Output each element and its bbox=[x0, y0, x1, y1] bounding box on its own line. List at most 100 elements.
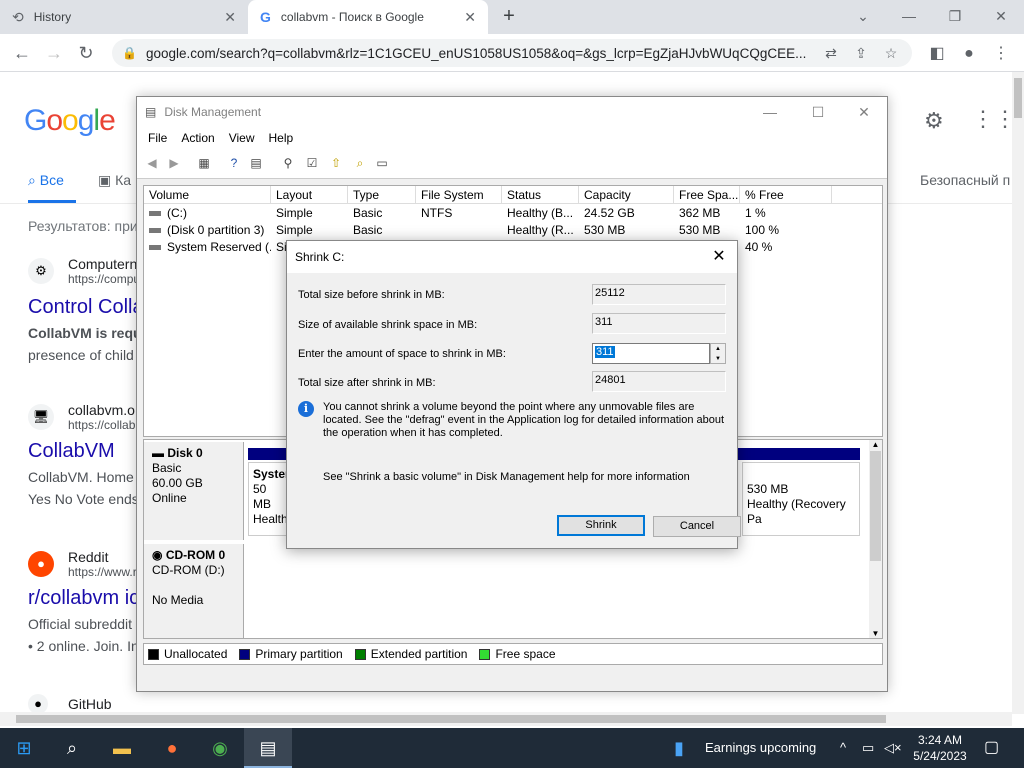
translate-icon[interactable]: ⇄ bbox=[820, 45, 842, 62]
tab-history[interactable]: ⟲ History ✕ bbox=[0, 0, 248, 34]
search-icon[interactable]: ⌕ bbox=[351, 154, 369, 172]
toolbar: ◀ ▶ ▦ ? ▤ ⚲ ☑ ⇧ ⌕ ▭ bbox=[137, 149, 887, 179]
type-cell: Basic bbox=[353, 223, 383, 237]
spin-up-icon[interactable]: ▲ bbox=[711, 344, 725, 354]
new-tab-button[interactable]: + bbox=[497, 5, 521, 29]
reload-icon[interactable]: ↻ bbox=[74, 41, 98, 65]
dialog-title[interactable]: Shrink C: bbox=[287, 241, 737, 273]
chrome-icon[interactable]: ◉ bbox=[196, 728, 244, 768]
shrink-amount-spinner[interactable]: ▲ ▼ bbox=[710, 343, 726, 364]
cdrom0-label[interactable]: ◉ CD-ROM 0 CD-ROM (D:) No Media bbox=[144, 544, 244, 638]
back-icon[interactable]: ◀ bbox=[143, 154, 161, 172]
menu-file[interactable]: File bbox=[141, 131, 174, 145]
column-status[interactable]: Status bbox=[502, 186, 579, 204]
volume-muted-icon[interactable]: ◁× bbox=[884, 728, 902, 768]
free-cell: 362 MB bbox=[679, 206, 721, 220]
stocks-icon[interactable]: ▮ bbox=[674, 728, 684, 768]
clock-date: 5/24/2023 bbox=[913, 749, 967, 763]
column-percent-free[interactable]: % Free bbox=[740, 186, 832, 204]
help-icon[interactable]: ? bbox=[225, 154, 243, 172]
tab-images[interactable]: ▣ Ка bbox=[98, 172, 131, 189]
network-icon[interactable]: ▭ bbox=[862, 728, 874, 768]
shrink-button[interactable]: Shrink bbox=[557, 515, 645, 536]
forward-icon[interactable]: → bbox=[42, 41, 66, 65]
close-icon[interactable]: ✕ bbox=[464, 9, 476, 26]
history-icon: ⟲ bbox=[12, 8, 24, 25]
partition-system-reserved[interactable]: Syster 50 MB Health bbox=[248, 462, 288, 536]
firefox-icon[interactable]: ● bbox=[148, 728, 196, 768]
minimize-icon[interactable]: — bbox=[886, 2, 932, 30]
graph-scrollbar[interactable]: ▲ ▼ bbox=[869, 440, 882, 638]
type-cell: Basic bbox=[353, 206, 383, 220]
search-result[interactable]: ● Reddit https://www.r r/collabvm ic Off… bbox=[28, 549, 139, 654]
disk0-label[interactable]: ▬ Disk 0 Basic 60.00 GB Online bbox=[144, 442, 244, 540]
check-icon[interactable]: ☑ bbox=[303, 154, 321, 172]
share-icon[interactable]: ⇪ bbox=[850, 45, 872, 62]
page-horizontal-scrollbar[interactable] bbox=[0, 712, 1012, 726]
table-row[interactable]: (C:) Simple Basic NTFS Healthy (B... 24.… bbox=[144, 205, 882, 222]
up-folder-icon[interactable]: ⇧ bbox=[327, 154, 345, 172]
apps-grid-icon[interactable]: ⋮⋮ bbox=[972, 106, 1016, 132]
maximize-icon[interactable]: ☐ bbox=[795, 97, 841, 127]
close-window-icon[interactable]: ✕ bbox=[978, 2, 1024, 30]
table-row[interactable]: (Disk 0 partition 3) Simple Basic Health… bbox=[144, 222, 882, 239]
tab-search-icon[interactable]: ⌄ bbox=[840, 2, 886, 30]
close-icon[interactable]: ✕ bbox=[701, 241, 737, 273]
address-bar[interactable]: 🔒 google.com/search?q=collabvm&rlz=1C1GC… bbox=[112, 39, 912, 67]
column-file-system[interactable]: File System bbox=[416, 186, 502, 204]
profile-icon[interactable]: ● bbox=[958, 43, 980, 65]
start-windows-icon[interactable]: ⊞ bbox=[0, 728, 48, 768]
volume-cell: (C:) bbox=[144, 205, 271, 222]
spin-down-icon[interactable]: ▼ bbox=[711, 354, 725, 364]
close-icon[interactable]: ✕ bbox=[841, 97, 887, 127]
menu-view[interactable]: View bbox=[222, 131, 262, 145]
news-notification[interactable]: Earnings upcoming bbox=[705, 728, 816, 768]
side-panel-icon[interactable]: ◧ bbox=[926, 43, 948, 65]
available-space-field: 311 bbox=[592, 313, 726, 334]
tab-google-search[interactable]: G collabvm - Поиск в Google ✕ bbox=[248, 0, 488, 34]
result-title[interactable]: CollabVM bbox=[28, 440, 139, 463]
result-title[interactable]: r/collabvm ic bbox=[28, 587, 139, 610]
lock-icon[interactable]: 🔒 bbox=[122, 46, 137, 60]
search-result[interactable]: 🖥 collabvm.o https://collab CollabVM Col… bbox=[28, 402, 139, 507]
bookmark-star-icon[interactable]: ☆ bbox=[880, 45, 902, 62]
github-icon: ● bbox=[28, 694, 48, 714]
search-result[interactable]: ⚙ Computern https://compu Control Colla … bbox=[28, 256, 144, 363]
disk-management-taskbar-icon[interactable]: ▤ bbox=[244, 728, 292, 768]
forward-icon[interactable]: ▶ bbox=[165, 154, 183, 172]
column-free-space[interactable]: Free Spa... bbox=[674, 186, 740, 204]
menu-icon[interactable]: ⋮ bbox=[990, 43, 1012, 65]
close-icon[interactable]: ✕ bbox=[224, 9, 236, 26]
cancel-button[interactable]: Cancel bbox=[653, 516, 741, 537]
safe-search-link[interactable]: Безопасный п bbox=[920, 172, 1010, 188]
restore-icon[interactable]: ❐ bbox=[932, 2, 978, 30]
menu-help[interactable]: Help bbox=[262, 131, 301, 145]
system-clock[interactable]: 3:24 AM 5/24/2023 bbox=[900, 732, 980, 764]
column-capacity[interactable]: Capacity bbox=[579, 186, 674, 204]
list-icon[interactable]: ▭ bbox=[373, 154, 391, 172]
google-logo[interactable]: Google bbox=[24, 104, 116, 138]
notifications-icon[interactable]: ▢ bbox=[984, 728, 999, 768]
back-icon[interactable]: ← bbox=[10, 41, 34, 65]
menu-action[interactable]: Action bbox=[174, 131, 221, 145]
file-explorer-icon[interactable]: ▬ bbox=[98, 728, 146, 768]
column-type[interactable]: Type bbox=[348, 186, 416, 204]
column-layout[interactable]: Layout bbox=[271, 186, 348, 204]
page-vertical-scrollbar[interactable] bbox=[1012, 72, 1024, 714]
search-icon[interactable]: ⌕ bbox=[48, 728, 96, 768]
view-icon[interactable]: ▤ bbox=[247, 154, 265, 172]
partition-recovery[interactable]: 530 MB Healthy (Recovery Pa bbox=[742, 462, 860, 536]
properties-icon[interactable]: ▦ bbox=[195, 154, 213, 172]
column-volume[interactable]: Volume bbox=[144, 186, 271, 204]
tab-all[interactable]: ⌕ Все bbox=[28, 172, 64, 189]
legend-item: Free space bbox=[479, 647, 556, 661]
tray-chevron-icon[interactable]: ^ bbox=[840, 728, 846, 768]
search-result[interactable]: ● GitHub bbox=[28, 694, 112, 714]
layout-cell: Simple bbox=[276, 206, 313, 220]
settings-gear-icon[interactable]: ⚙ bbox=[924, 108, 944, 134]
result-title[interactable]: Control Colla bbox=[28, 296, 144, 319]
connect-icon[interactable]: ⚲ bbox=[279, 154, 297, 172]
shrink-amount-input[interactable]: 311 bbox=[592, 343, 710, 364]
minimize-icon[interactable]: — bbox=[747, 97, 793, 127]
tab-title: History bbox=[33, 10, 72, 24]
